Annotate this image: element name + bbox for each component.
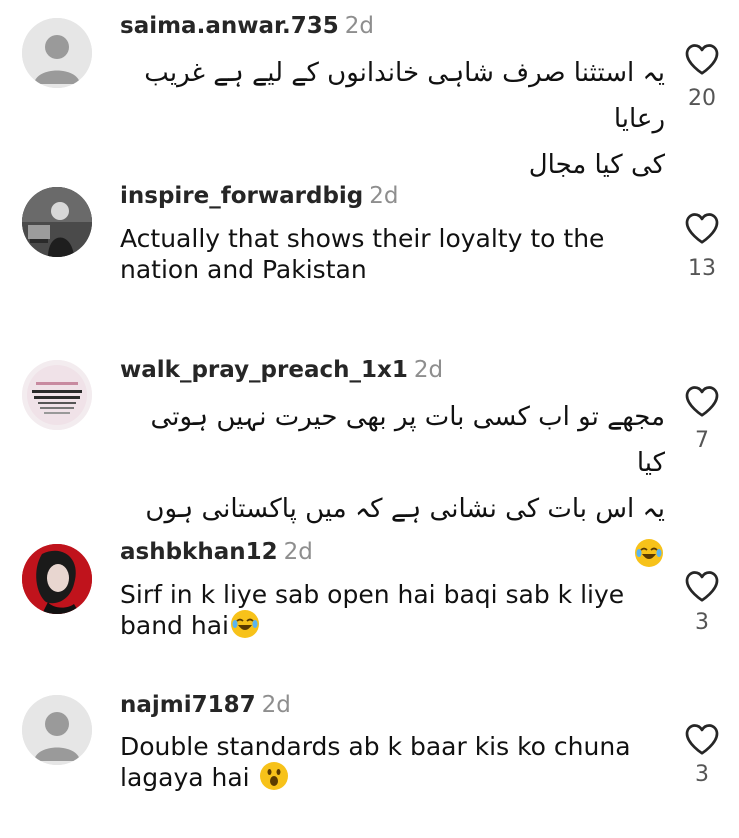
- heart-icon[interactable]: [684, 569, 720, 603]
- avatar[interactable]: [22, 18, 92, 88]
- timestamp: 2d: [283, 539, 313, 565]
- avatar[interactable]: [22, 544, 92, 614]
- username[interactable]: inspire_forwardbig: [120, 183, 363, 209]
- comment-text-line: lagaya hai: [120, 763, 250, 792]
- comment-text: Sirf in k liye sab open hai baqi sab k l…: [120, 579, 665, 641]
- comment-item: saima.anwar.735 2d یہ استثنا صرف شاہی خان…: [0, 0, 739, 180]
- laughing-emoji: [230, 610, 259, 638]
- comment-text-line: band hai: [120, 611, 229, 640]
- avatar[interactable]: [22, 695, 92, 765]
- image-avatar-icon: [22, 360, 92, 430]
- avatar[interactable]: [22, 360, 92, 430]
- default-avatar-icon: [22, 18, 92, 88]
- comment-text-line: مجھے تو اب کسی بات پر بھی حیرت نہیں ہوتی…: [150, 402, 665, 478]
- photo-avatar-icon: [22, 187, 92, 257]
- default-avatar-icon: [22, 695, 92, 765]
- comment-text-line: یہ استثنا صرف شاہی خاندانوں کے لیے ہے غر…: [144, 58, 665, 134]
- comment-text-line: Double standards ab k baar kis ko chuna: [120, 732, 631, 761]
- comment-text: Double standards ab k baar kis ko chuna …: [120, 731, 665, 793]
- comment-header: walk_pray_preach_1x1 2d: [120, 356, 443, 384]
- comment-text: Actually that shows their loyalty to the…: [120, 224, 605, 284]
- like-count: 3: [695, 610, 709, 635]
- timestamp: 2d: [344, 13, 375, 39]
- comment-item: ashbkhan12 2d Sirf in k liye sab open hai…: [0, 530, 739, 690]
- comment-header: saima.anwar.735 2d: [120, 12, 374, 40]
- comment-header: inspire_forwardbig 2d: [120, 182, 399, 210]
- comment-item: inspire_forwardbig 2d Actually that shows…: [0, 170, 739, 340]
- heart-icon[interactable]: [684, 722, 720, 756]
- comment-item: najmi7187 2d Double standards ab k baar k…: [0, 680, 739, 838]
- comment-header: najmi7187 2d: [120, 691, 291, 719]
- like-count: 7: [695, 428, 709, 453]
- username[interactable]: saima.anwar.735: [120, 13, 339, 39]
- truncated-text-remnant: [120, 654, 390, 660]
- heart-icon[interactable]: [684, 211, 720, 245]
- timestamp: 2d: [413, 357, 444, 383]
- timestamp: 2d: [369, 183, 399, 209]
- surprised-emoji: [259, 762, 288, 790]
- comment-header: ashbkhan12 2d: [120, 538, 313, 566]
- username[interactable]: walk_pray_preach_1x1: [120, 357, 408, 383]
- username[interactable]: najmi7187: [120, 692, 256, 718]
- username[interactable]: ashbkhan12: [120, 539, 278, 565]
- like-count: 13: [688, 256, 716, 281]
- comment-text-line: Sirf in k liye sab open hai baqi sab k l…: [120, 580, 625, 609]
- heart-icon[interactable]: [684, 42, 720, 76]
- comment-text-line: یہ اس بات کی نشانی ہے کہ میں پاکستانی ہو…: [145, 494, 665, 524]
- like-count: 3: [695, 762, 709, 787]
- comment-text-line-wrap: lagaya hai: [120, 762, 665, 793]
- heart-icon[interactable]: [684, 384, 720, 418]
- comment-text-line-wrap: band hai: [120, 610, 665, 641]
- photo-avatar-icon: [22, 544, 92, 614]
- like-count: 20: [688, 86, 716, 111]
- comment-text: یہ استثنا صرف شاہی خاندانوں کے لیے ہے غر…: [120, 50, 665, 188]
- avatar[interactable]: [22, 187, 92, 257]
- comment-item: walk_pray_preach_1x1 2d مجھے تو اب کسی با…: [0, 340, 739, 567]
- timestamp: 2d: [261, 692, 291, 718]
